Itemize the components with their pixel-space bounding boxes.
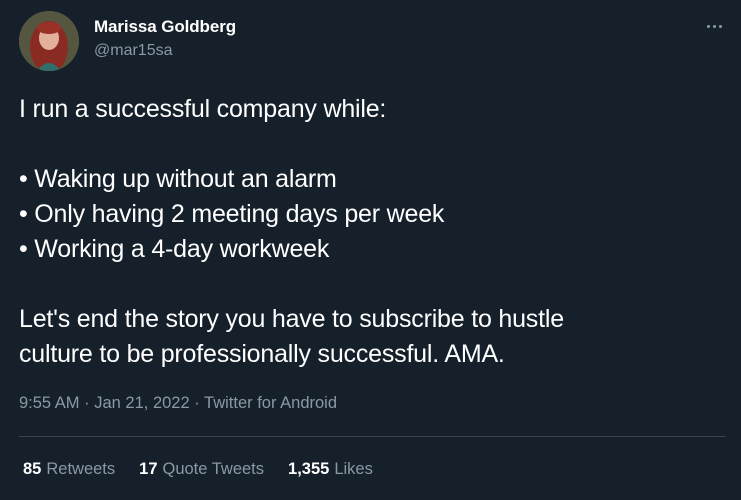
tweet-text: I run a successful company while: • Waki… [19, 92, 719, 372]
retweets-count: 85 [23, 460, 42, 478]
likes-count: 1,355 [288, 460, 330, 478]
tweet-line: • Only having 2 meeting days per week [19, 200, 445, 228]
tweet-source[interactable]: Twitter for Android [204, 394, 337, 412]
quote-tweets-stat[interactable]: 17 Quote Tweets [139, 460, 264, 479]
likes-stat[interactable]: 1,355 Likes [288, 460, 373, 479]
quote-tweets-count: 17 [139, 460, 158, 478]
author-handle[interactable]: @mar15sa [94, 42, 173, 60]
tweet-line: • Waking up without an alarm [19, 165, 337, 193]
separator: · [84, 394, 95, 412]
retweets-label: Retweets [46, 460, 116, 478]
tweet-time[interactable]: 9:55 AM [19, 394, 80, 412]
tweet-line: • Working a 4-day workweek [19, 235, 330, 263]
dot [712, 24, 716, 28]
tweet-line: culture to be professionally successful.… [19, 340, 505, 368]
avatar[interactable] [19, 11, 79, 71]
tweet-line: I run a successful company while: [19, 95, 387, 123]
tweet-card: Marissa Goldberg @mar15sa I run a succes… [0, 0, 741, 500]
tweet-metadata: 9:55 AM · Jan 21, 2022 · Twitter for And… [19, 394, 337, 413]
separator: · [194, 394, 205, 412]
dot [706, 24, 710, 28]
more-options-icon[interactable] [702, 16, 726, 36]
tweet-date[interactable]: Jan 21, 2022 [94, 394, 189, 412]
tweet-line: Let's end the story you have to subscrib… [19, 305, 564, 333]
tweet-stats: 85 Retweets 17 Quote Tweets 1,355 Likes [23, 460, 397, 479]
retweets-stat[interactable]: 85 Retweets [23, 460, 115, 479]
dot [718, 24, 722, 28]
author-name[interactable]: Marissa Goldberg [94, 17, 236, 37]
quote-tweets-label: Quote Tweets [162, 460, 265, 478]
likes-label: Likes [334, 460, 373, 478]
divider [19, 436, 726, 437]
